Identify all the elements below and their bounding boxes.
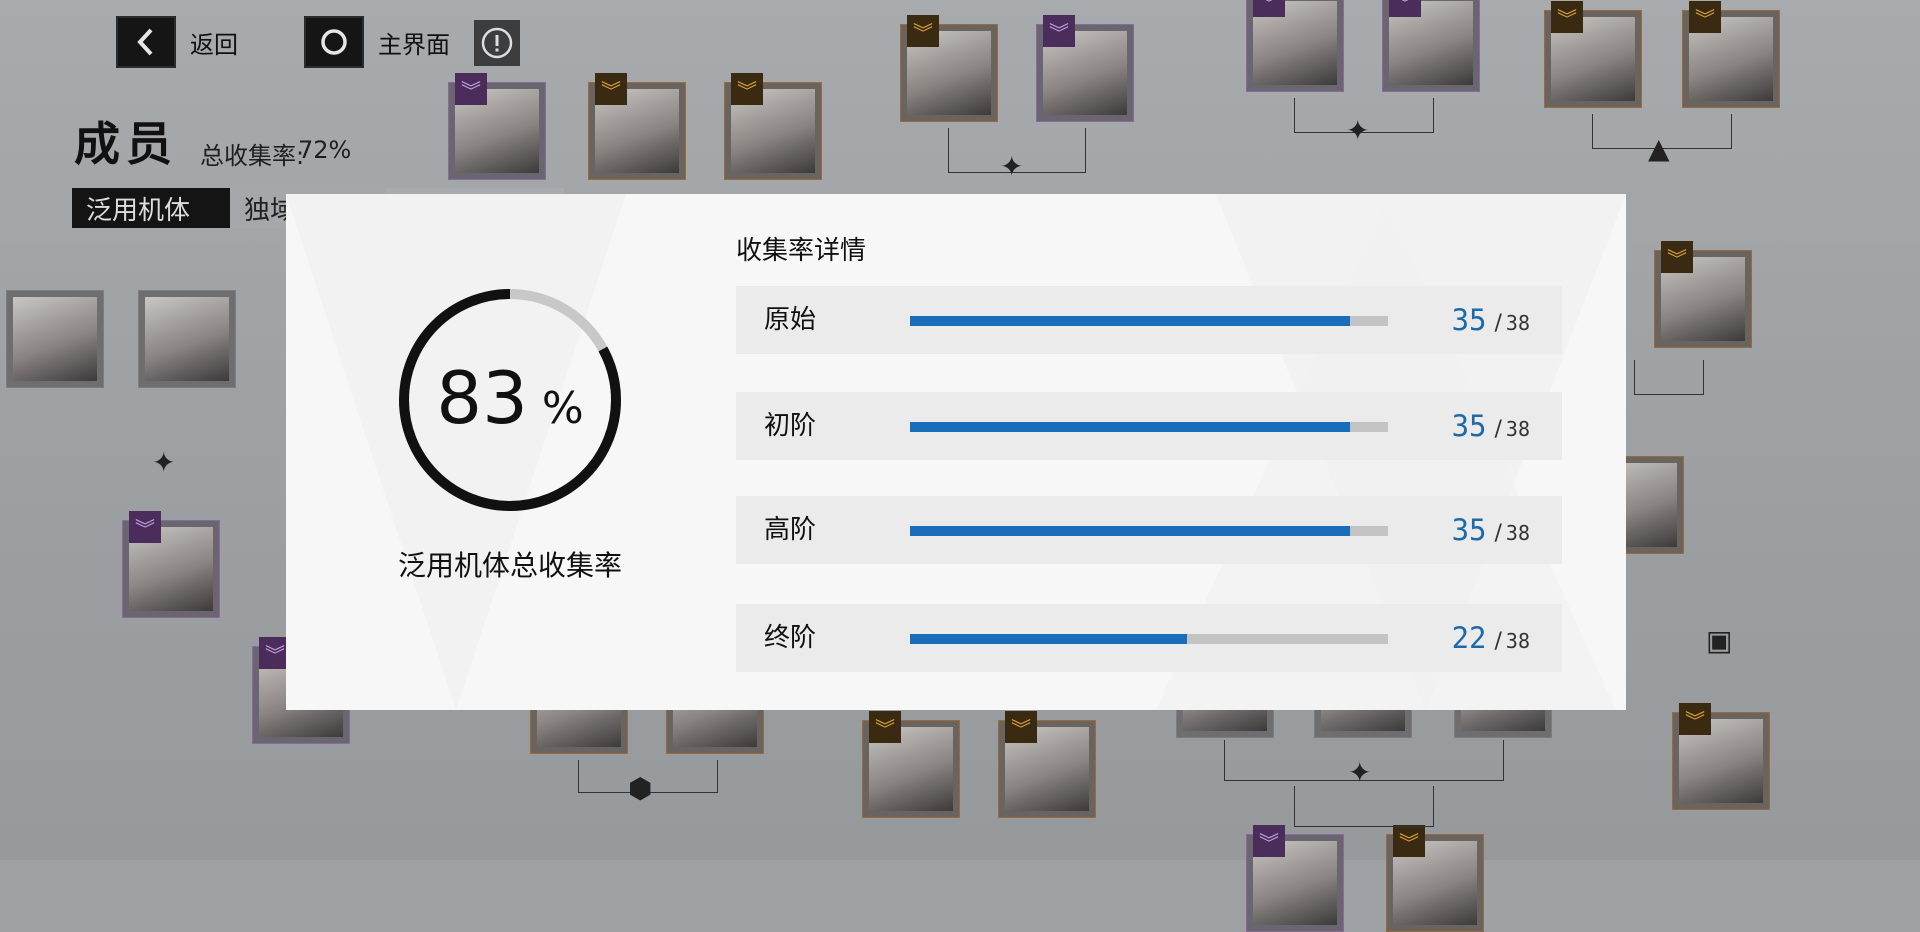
member-card[interactable]: ︾ — [1386, 825, 1484, 932]
collection-rate-dialog[interactable]: 83% 泛用机体总收集率 收集率详情 原始 35/38 初阶 35/38 高阶 … — [286, 194, 1626, 710]
member-card[interactable] — [6, 290, 104, 388]
home-button[interactable]: 主界面 — [304, 16, 450, 68]
back-button[interactable]: 返回 — [116, 16, 238, 68]
progress-bar-track — [910, 526, 1388, 536]
ring-percent-value: 83 — [436, 356, 528, 440]
back-label: 返回 — [190, 30, 238, 59]
total-rate-value: 72% — [298, 136, 352, 164]
stat-row-initial: 初阶 35 /38 — [736, 392, 1562, 460]
stat-count: 35 /38 — [1452, 392, 1530, 465]
rank-badge-icon: ︾ — [1551, 1, 1583, 33]
rank-badge-icon: ︾ — [455, 73, 487, 105]
connector-line — [1294, 786, 1434, 827]
member-card[interactable]: ︾ — [1382, 0, 1480, 92]
count-value: 35 — [1451, 409, 1487, 443]
member-card[interactable]: ︾ — [122, 511, 220, 618]
count-separator: / — [1494, 629, 1502, 654]
count-value: 35 — [1451, 303, 1487, 337]
member-card[interactable]: ︾ — [1544, 1, 1642, 108]
rank-badge-icon: ︾ — [1661, 241, 1693, 273]
progress-bar-fill — [910, 316, 1351, 326]
rank-badge-icon: ︾ — [595, 73, 627, 105]
rank-badge-icon: ︾ — [1005, 711, 1037, 743]
count-separator: / — [1494, 521, 1502, 546]
rank-badge-icon: ︾ — [1043, 15, 1075, 47]
rank-badge-icon: ︾ — [1689, 1, 1721, 33]
ring-percent: 83% — [394, 356, 626, 440]
member-card[interactable]: ︾ — [862, 711, 960, 818]
rank-badge-icon: ︾ — [1389, 0, 1421, 17]
stat-row-original: 原始 35 /38 — [736, 286, 1562, 354]
stat-count: 35 /38 — [1452, 286, 1530, 359]
stat-row-final: 终阶 22 /38 — [736, 604, 1562, 672]
stat-count: 22 /38 — [1452, 604, 1530, 677]
count-separator: / — [1494, 417, 1502, 442]
total-value: 38 — [1505, 417, 1530, 441]
chevron-left-icon — [116, 16, 176, 68]
member-card[interactable]: ︾ — [1246, 825, 1344, 932]
ring-percent-sign: % — [541, 383, 584, 434]
faction-emblem-icon: ▲ — [1648, 132, 1670, 165]
faction-emblem-icon: ▣ — [1706, 624, 1733, 657]
stat-count: 35 /38 — [1452, 496, 1530, 569]
rank-badge-icon: ︾ — [731, 73, 763, 105]
home-label: 主界面 — [378, 30, 450, 59]
count-value: 22 — [1451, 621, 1487, 655]
member-card[interactable] — [138, 290, 236, 388]
faction-emblem-icon: ✦ — [1000, 150, 1024, 183]
faction-emblem-icon: ✦ — [152, 446, 176, 479]
page-title: 成员 — [74, 117, 178, 171]
member-card[interactable]: ︾ — [900, 15, 998, 122]
progress-bar-fill — [910, 422, 1351, 432]
member-card[interactable]: ︾ — [588, 73, 686, 180]
rank-badge-icon: ︾ — [1253, 0, 1285, 17]
progress-bar-track — [910, 316, 1388, 326]
rank-badge-icon: ︾ — [129, 511, 161, 543]
rank-badge-icon: ︾ — [869, 711, 901, 743]
total-value: 38 — [1505, 521, 1530, 545]
rank-badge-icon: ︾ — [1253, 825, 1285, 857]
faction-emblem-icon: ✦ — [1348, 756, 1372, 789]
stat-label: 原始 — [764, 305, 817, 335]
ring-caption: 泛用机体总收集率 — [397, 549, 622, 582]
faction-emblem-icon: ⬢ — [628, 772, 653, 805]
stat-row-advanced: 高阶 35 /38 — [736, 496, 1562, 564]
member-card[interactable]: ︾ — [1654, 241, 1752, 348]
progress-bar-fill — [910, 526, 1351, 536]
member-card[interactable]: ︾ — [448, 73, 546, 180]
member-card[interactable]: ︾ — [1682, 1, 1780, 108]
rank-badge-icon: ︾ — [1679, 703, 1711, 735]
member-card[interactable]: ︾ — [1036, 15, 1134, 122]
total-rate-label: 总收集率: — [200, 142, 305, 170]
circle-icon — [304, 16, 364, 68]
stat-label: 高阶 — [764, 515, 817, 545]
total-value: 38 — [1505, 629, 1530, 653]
info-icon — [481, 27, 513, 59]
stat-label: 初阶 — [764, 411, 817, 441]
collection-ring-chart: 83% — [394, 284, 626, 516]
rank-badge-icon: ︾ — [1393, 825, 1425, 857]
stat-label: 终阶 — [764, 623, 817, 653]
connector-line — [1634, 360, 1704, 395]
rank-badge-icon: ︾ — [907, 15, 939, 47]
member-card[interactable]: ︾ — [1246, 0, 1344, 92]
progress-bar-track — [910, 634, 1388, 644]
progress-bar-fill — [910, 634, 1187, 644]
info-button[interactable] — [474, 20, 520, 66]
faction-emblem-icon: ✦ — [1346, 114, 1370, 147]
count-separator: / — [1494, 311, 1502, 336]
progress-bar-track — [910, 422, 1388, 432]
total-value: 38 — [1505, 311, 1530, 335]
count-value: 35 — [1451, 513, 1487, 547]
member-card[interactable]: ︾ — [1672, 703, 1770, 810]
details-title: 收集率详情 — [736, 236, 867, 266]
member-card[interactable]: ︾ — [998, 711, 1096, 818]
member-card[interactable]: ︾ — [724, 73, 822, 180]
tab-label: 泛用机体 — [86, 195, 191, 226]
